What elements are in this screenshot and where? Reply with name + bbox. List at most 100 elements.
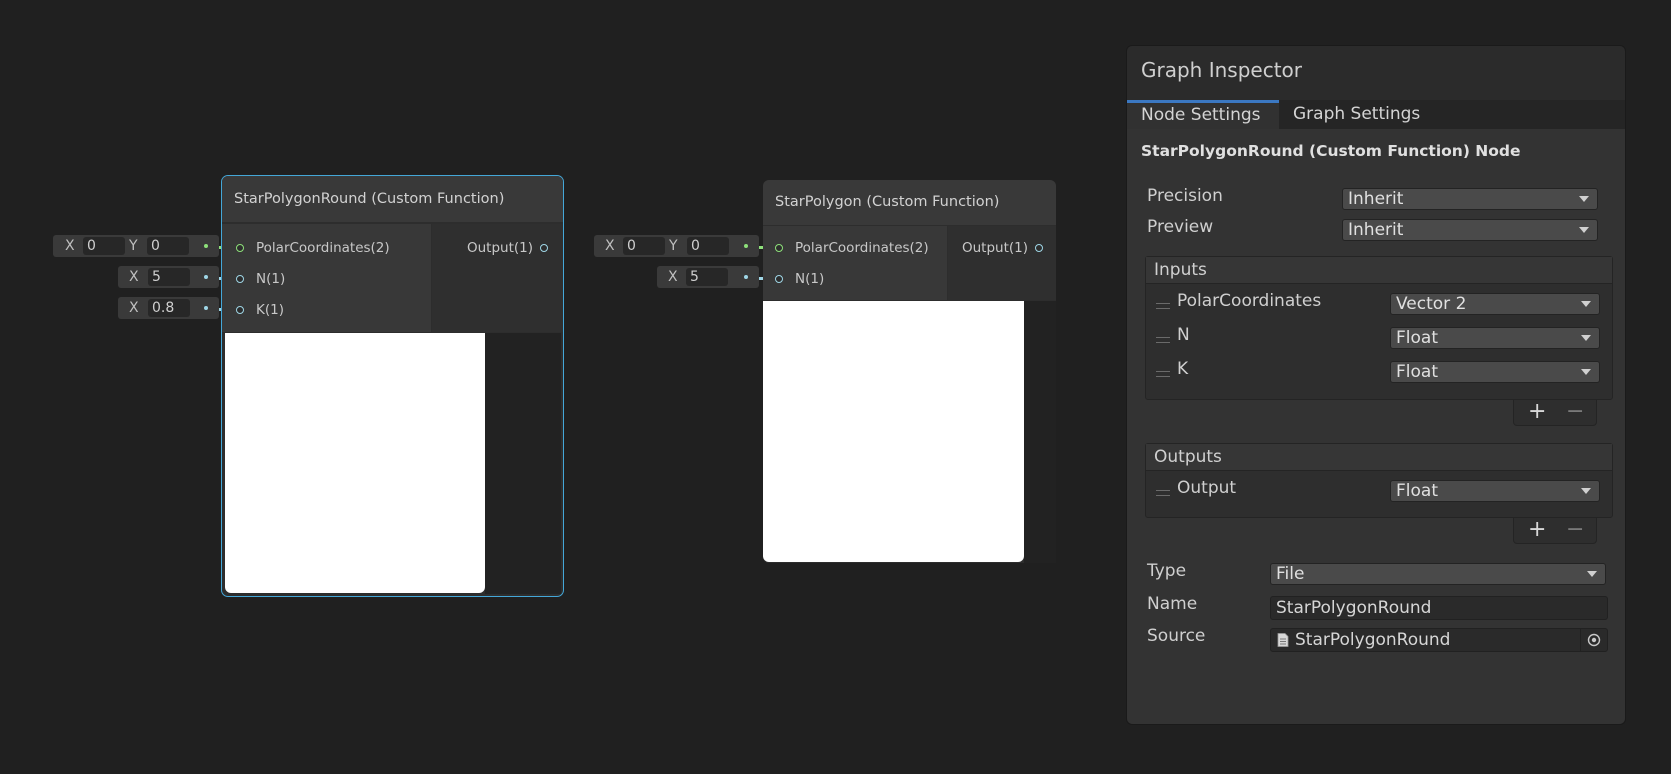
port-label: PolarCoordinates(2) <box>256 240 390 256</box>
k-default-field: X 0.8 <box>118 297 219 319</box>
tab-node-settings[interactable]: Node Settings <box>1127 100 1279 129</box>
input-name: N <box>1177 325 1190 345</box>
node-preview <box>763 301 1024 562</box>
output-type-value: Float <box>1396 481 1438 501</box>
port-label: PolarCoordinates(2) <box>795 240 929 256</box>
n-default-field: X 5 <box>657 266 759 288</box>
target-icon <box>1587 633 1601 647</box>
output-label: Output(1) <box>467 240 534 256</box>
x-label: X <box>129 300 139 316</box>
input-name: K <box>1177 359 1189 379</box>
polar-default-field: X 0 Y 0 <box>594 235 759 257</box>
x-label: X <box>65 238 75 254</box>
port-output[interactable] <box>1035 244 1043 252</box>
drag-handle-icon[interactable] <box>1156 337 1170 343</box>
node-starpolygonround[interactable]: StarPolygonRound (Custom Function) Polar… <box>221 175 564 597</box>
node-preview <box>225 333 485 593</box>
connector-dot <box>204 244 208 248</box>
precision-dropdown[interactable]: Inherit <box>1342 188 1598 210</box>
outputs-list: Outputs Output Float <box>1145 443 1613 518</box>
connector-dot <box>204 306 208 310</box>
polar-y-input[interactable]: 0 <box>147 237 189 255</box>
chevron-down-icon <box>1581 488 1591 494</box>
type-label: Type <box>1147 561 1187 581</box>
type-value: File <box>1276 564 1305 584</box>
input-type-dropdown[interactable]: Float <box>1390 327 1600 349</box>
connector-dot <box>744 244 748 248</box>
x-label: X <box>668 269 678 285</box>
chevron-down-icon <box>1579 227 1589 233</box>
y-label: Y <box>129 238 138 254</box>
port-label: N(1) <box>795 271 825 287</box>
inspector-title: Graph Inspector <box>1141 58 1302 82</box>
source-field[interactable]: StarPolygonRound <box>1270 628 1608 652</box>
tab-graph-settings[interactable]: Graph Settings <box>1279 100 1434 129</box>
connector-dot <box>744 275 748 279</box>
preview-label: Preview <box>1147 217 1214 237</box>
preview-value: Inherit <box>1348 220 1404 240</box>
source-label: Source <box>1147 626 1206 646</box>
object-picker-button[interactable] <box>1580 629 1607 651</box>
node-heading: StarPolygonRound (Custom Function) Node <box>1141 142 1521 160</box>
inspector-body: StarPolygonRound (Custom Function) Node … <box>1127 129 1625 724</box>
remove-input-button[interactable]: − <box>1566 400 1584 424</box>
node-title: StarPolygonRound (Custom Function) <box>222 176 563 222</box>
inspector-tabs: Node Settings Graph Settings <box>1127 100 1625 129</box>
precision-value: Inherit <box>1348 189 1404 209</box>
inputs-header: Inputs <box>1146 257 1612 284</box>
node-empty-area <box>485 333 561 594</box>
drag-handle-icon[interactable] <box>1156 303 1170 309</box>
port-output[interactable] <box>540 244 548 252</box>
output-name: Output <box>1177 478 1237 498</box>
inputs-list: Inputs PolarCoordinates Vector 2 N Float… <box>1145 256 1613 400</box>
graph-inspector: Graph Inspector Node Settings Graph Sett… <box>1126 45 1626 725</box>
n-x-input[interactable]: 5 <box>148 268 190 286</box>
chevron-down-icon <box>1581 301 1591 307</box>
connector-dot <box>204 275 208 279</box>
port-k[interactable] <box>236 306 244 314</box>
source-value: StarPolygonRound <box>1295 630 1451 650</box>
drag-handle-icon[interactable] <box>1156 371 1170 377</box>
type-dropdown[interactable]: File <box>1270 563 1606 585</box>
x-label: X <box>605 238 615 254</box>
n-default-field: X 5 <box>118 266 219 288</box>
input-type-dropdown[interactable]: Float <box>1390 361 1600 383</box>
name-field[interactable]: StarPolygonRound <box>1270 596 1608 620</box>
port-n[interactable] <box>775 275 783 283</box>
precision-label: Precision <box>1147 186 1223 206</box>
port-label: K(1) <box>256 302 284 318</box>
input-type-dropdown[interactable]: Vector 2 <box>1390 293 1600 315</box>
n-x-input[interactable]: 5 <box>686 268 728 286</box>
polar-x-input[interactable]: 0 <box>623 237 665 255</box>
outputs-add-remove: + − <box>1513 518 1597 544</box>
polar-y-input[interactable]: 0 <box>687 237 729 255</box>
port-label: N(1) <box>256 271 286 287</box>
add-output-button[interactable]: + <box>1528 518 1546 542</box>
polar-x-input[interactable]: 0 <box>83 237 125 255</box>
polar-default-field: X 0 Y 0 <box>53 235 219 257</box>
port-polarcoordinates[interactable] <box>775 244 783 252</box>
preview-dropdown[interactable]: Inherit <box>1342 219 1598 241</box>
k-x-input[interactable]: 0.8 <box>148 299 190 317</box>
y-label: Y <box>669 238 678 254</box>
node-starpolygon[interactable]: StarPolygon (Custom Function) PolarCoord… <box>763 180 1056 563</box>
chevron-down-icon <box>1587 571 1597 577</box>
input-type-value: Float <box>1396 362 1438 382</box>
add-input-button[interactable]: + <box>1528 400 1546 424</box>
output-label: Output(1) <box>962 240 1029 256</box>
port-n[interactable] <box>236 275 244 283</box>
output-type-dropdown[interactable]: Float <box>1390 480 1600 502</box>
node-empty-area <box>1024 301 1056 563</box>
chevron-down-icon <box>1581 335 1591 341</box>
port-polarcoordinates[interactable] <box>236 244 244 252</box>
node-title: StarPolygon (Custom Function) <box>763 180 1056 225</box>
chevron-down-icon <box>1581 369 1591 375</box>
remove-output-button[interactable]: − <box>1566 518 1584 542</box>
file-icon <box>1277 633 1289 647</box>
outputs-header: Outputs <box>1146 444 1612 471</box>
x-label: X <box>129 269 139 285</box>
name-label: Name <box>1147 594 1198 614</box>
drag-handle-icon[interactable] <box>1156 490 1170 496</box>
input-type-value: Vector 2 <box>1396 294 1467 314</box>
input-name: PolarCoordinates <box>1177 291 1322 311</box>
